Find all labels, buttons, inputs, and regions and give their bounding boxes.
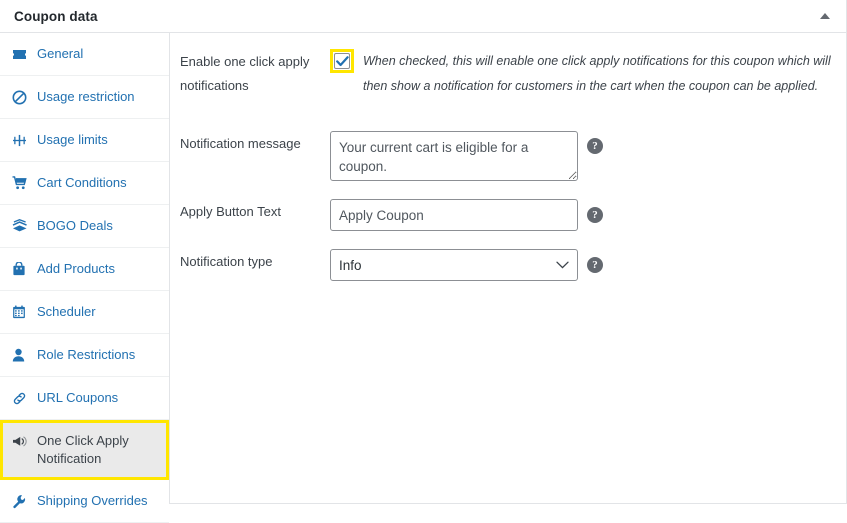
panel-header: Coupon data bbox=[0, 0, 846, 33]
sidebar-item-role-restrictions[interactable]: Role Restrictions bbox=[0, 334, 169, 377]
megaphone-icon bbox=[12, 432, 28, 450]
chevron-up-icon[interactable] bbox=[816, 7, 834, 25]
shopping-bag-icon bbox=[12, 260, 28, 278]
calendar-icon bbox=[12, 303, 28, 321]
sidebar-item-label: BOGO Deals bbox=[37, 217, 159, 235]
sidebar-item-label: URL Coupons bbox=[37, 389, 159, 407]
sidebar-item-general[interactable]: General bbox=[0, 33, 169, 76]
enable-notifications-description: When checked, this will enable one click… bbox=[363, 49, 833, 99]
sidebar-item-url-coupons[interactable]: URL Coupons bbox=[0, 377, 169, 420]
notification-message-label: Notification message bbox=[180, 131, 330, 156]
sidebar-item-label: One Click Apply Notification bbox=[37, 432, 159, 468]
one-click-apply-settings-form: Enable one click apply notifications Whe… bbox=[170, 33, 846, 503]
help-icon[interactable]: ? bbox=[587, 207, 603, 223]
ticket-icon bbox=[12, 45, 28, 63]
sidebar-item-label: General bbox=[37, 45, 159, 63]
bogo-stack-icon bbox=[12, 217, 28, 235]
notification-type-select[interactable]: InfoSuccessNoticeError bbox=[330, 249, 578, 281]
panel-body: General Usage restriction Usage limits C… bbox=[0, 33, 846, 503]
cart-icon bbox=[12, 174, 28, 192]
user-icon bbox=[12, 346, 28, 364]
ban-icon bbox=[12, 88, 28, 106]
enable-notifications-checkbox-highlight bbox=[330, 49, 354, 73]
enable-notifications-label: Enable one click apply notifications bbox=[180, 49, 330, 98]
sidebar-item-label: Role Restrictions bbox=[37, 346, 159, 364]
sidebar-item-one-click-apply-notification[interactable]: One Click Apply Notification bbox=[0, 420, 169, 480]
sidebar-item-label: Shipping Overrides bbox=[37, 492, 159, 510]
apply-button-text-input[interactable] bbox=[330, 199, 578, 231]
link-icon bbox=[12, 389, 28, 407]
sidebar-item-bogo-deals[interactable]: BOGO Deals bbox=[0, 205, 169, 248]
notification-type-label: Notification type bbox=[180, 249, 330, 274]
sidebar-item-label: Usage limits bbox=[37, 131, 159, 149]
apply-button-text-label: Apply Button Text bbox=[180, 199, 330, 224]
sidebar-item-usage-limits[interactable]: Usage limits bbox=[0, 119, 169, 162]
sidebar-item-scheduler[interactable]: Scheduler bbox=[0, 291, 169, 334]
help-icon[interactable]: ? bbox=[587, 257, 603, 273]
coupon-data-panel: Coupon data General Usage restriction bbox=[0, 0, 847, 504]
sidebar-item-add-products[interactable]: Add Products bbox=[0, 248, 169, 291]
help-icon[interactable]: ? bbox=[587, 138, 603, 154]
apply-button-text-row: Apply Button Text ? bbox=[170, 199, 846, 231]
sidebar-item-label: Cart Conditions bbox=[37, 174, 159, 192]
sidebar-item-shipping-overrides[interactable]: Shipping Overrides bbox=[0, 480, 169, 523]
sidebar-item-label: Scheduler bbox=[37, 303, 159, 321]
notification-message-row: Notification message ? bbox=[170, 131, 846, 181]
limits-icon bbox=[12, 131, 28, 149]
sidebar-item-label: Add Products bbox=[37, 260, 159, 278]
wrench-icon bbox=[12, 492, 28, 510]
enable-notifications-row: Enable one click apply notifications Whe… bbox=[170, 49, 846, 99]
sidebar-item-label: Usage restriction bbox=[37, 88, 159, 106]
page-title: Coupon data bbox=[14, 9, 98, 24]
coupon-data-tabs: General Usage restriction Usage limits C… bbox=[0, 33, 170, 503]
enable-notifications-checkbox[interactable] bbox=[334, 53, 350, 69]
notification-type-row: Notification type InfoSuccessNoticeError… bbox=[170, 249, 846, 281]
notification-message-input[interactable] bbox=[330, 131, 578, 181]
sidebar-item-cart-conditions[interactable]: Cart Conditions bbox=[0, 162, 169, 205]
sidebar-item-usage-restriction[interactable]: Usage restriction bbox=[0, 76, 169, 119]
